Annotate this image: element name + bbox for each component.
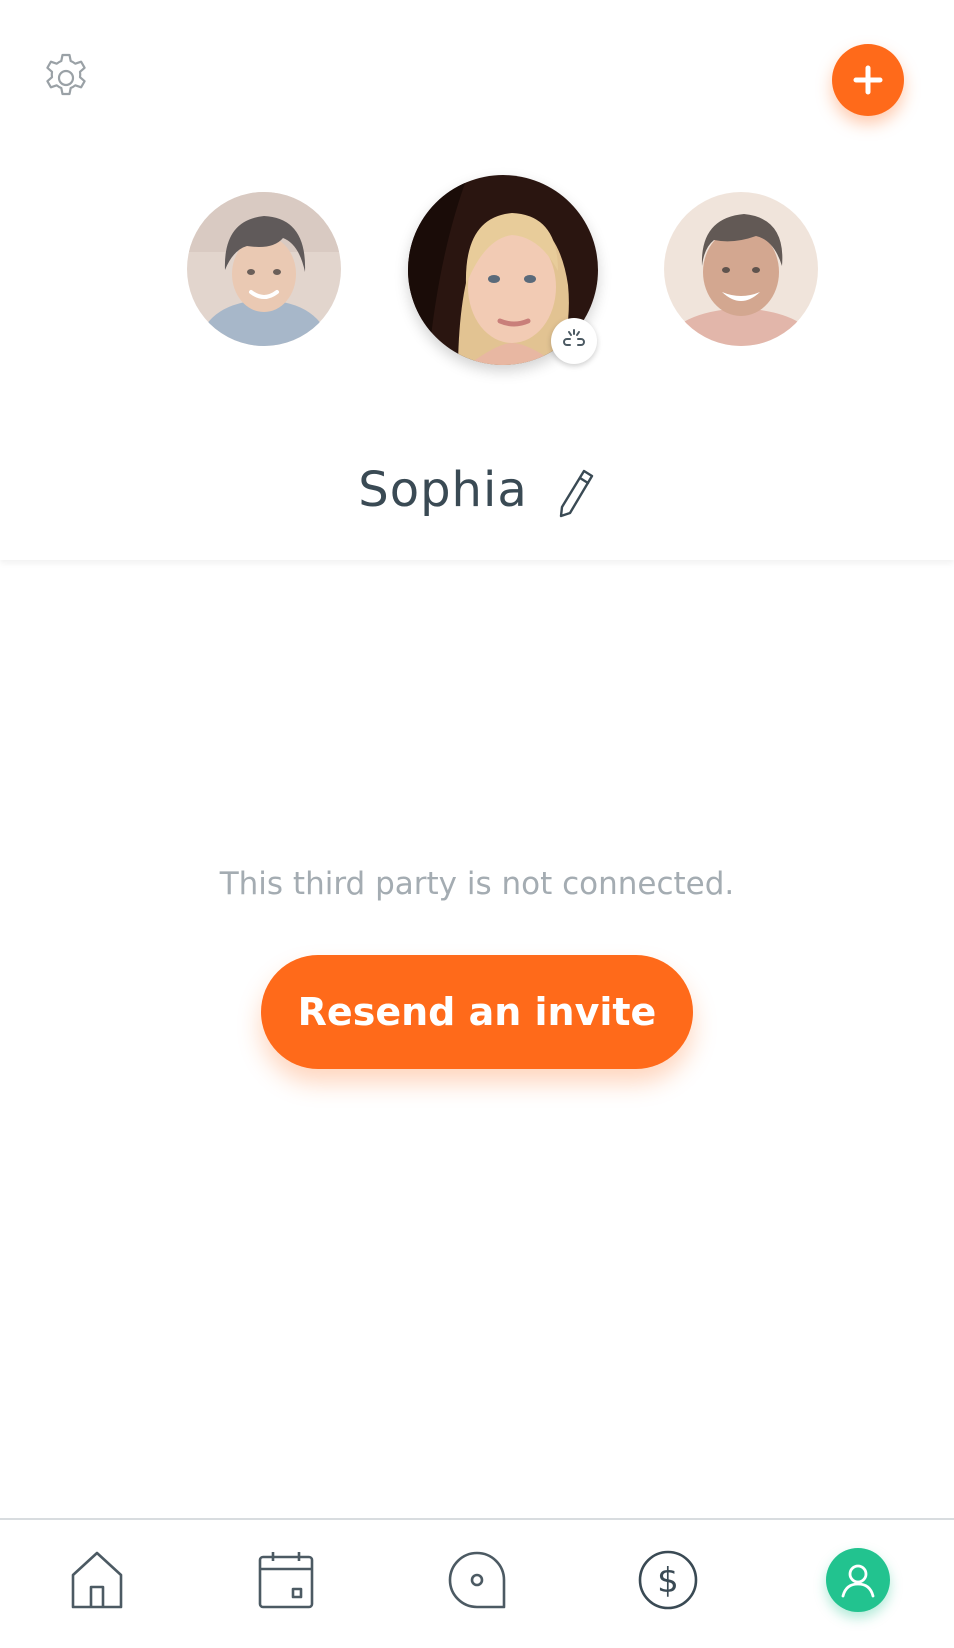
settings-button[interactable] [36, 48, 96, 108]
profile-icon [841, 1564, 875, 1598]
resend-invite-button[interactable]: Resend an invite [261, 955, 693, 1069]
gear-icon [46, 53, 86, 96]
tab-calendar[interactable] [246, 1540, 326, 1620]
add-button[interactable] [832, 44, 904, 116]
man-photo [664, 192, 818, 346]
calendar-icon [258, 1552, 314, 1609]
pencil-icon [559, 469, 593, 518]
tab-chat[interactable] [437, 1540, 517, 1620]
home-icon [71, 1551, 123, 1609]
profile-header: Sophia [0, 0, 954, 560]
avatar-man[interactable] [664, 192, 818, 346]
connection-status-text: This third party is not connected. [219, 866, 735, 902]
profile-tab-highlight [826, 1548, 890, 1612]
avatar-child[interactable] [187, 192, 341, 346]
bottom-tab-bar: $ [0, 1518, 954, 1648]
dollar-icon: $ [638, 1550, 698, 1610]
selected-name: Sophia [358, 462, 528, 518]
chat-icon [448, 1551, 506, 1609]
child-photo [187, 192, 341, 346]
tab-home[interactable] [57, 1540, 137, 1620]
broken-link-icon [563, 329, 585, 346]
name-row: Sophia [0, 455, 954, 525]
edit-name-button[interactable] [556, 467, 596, 519]
plus-icon [853, 65, 883, 95]
svg-text:$: $ [657, 1561, 679, 1601]
tab-money[interactable]: $ [628, 1540, 708, 1620]
not-connected-badge [551, 318, 597, 364]
tab-profile[interactable] [818, 1540, 898, 1620]
